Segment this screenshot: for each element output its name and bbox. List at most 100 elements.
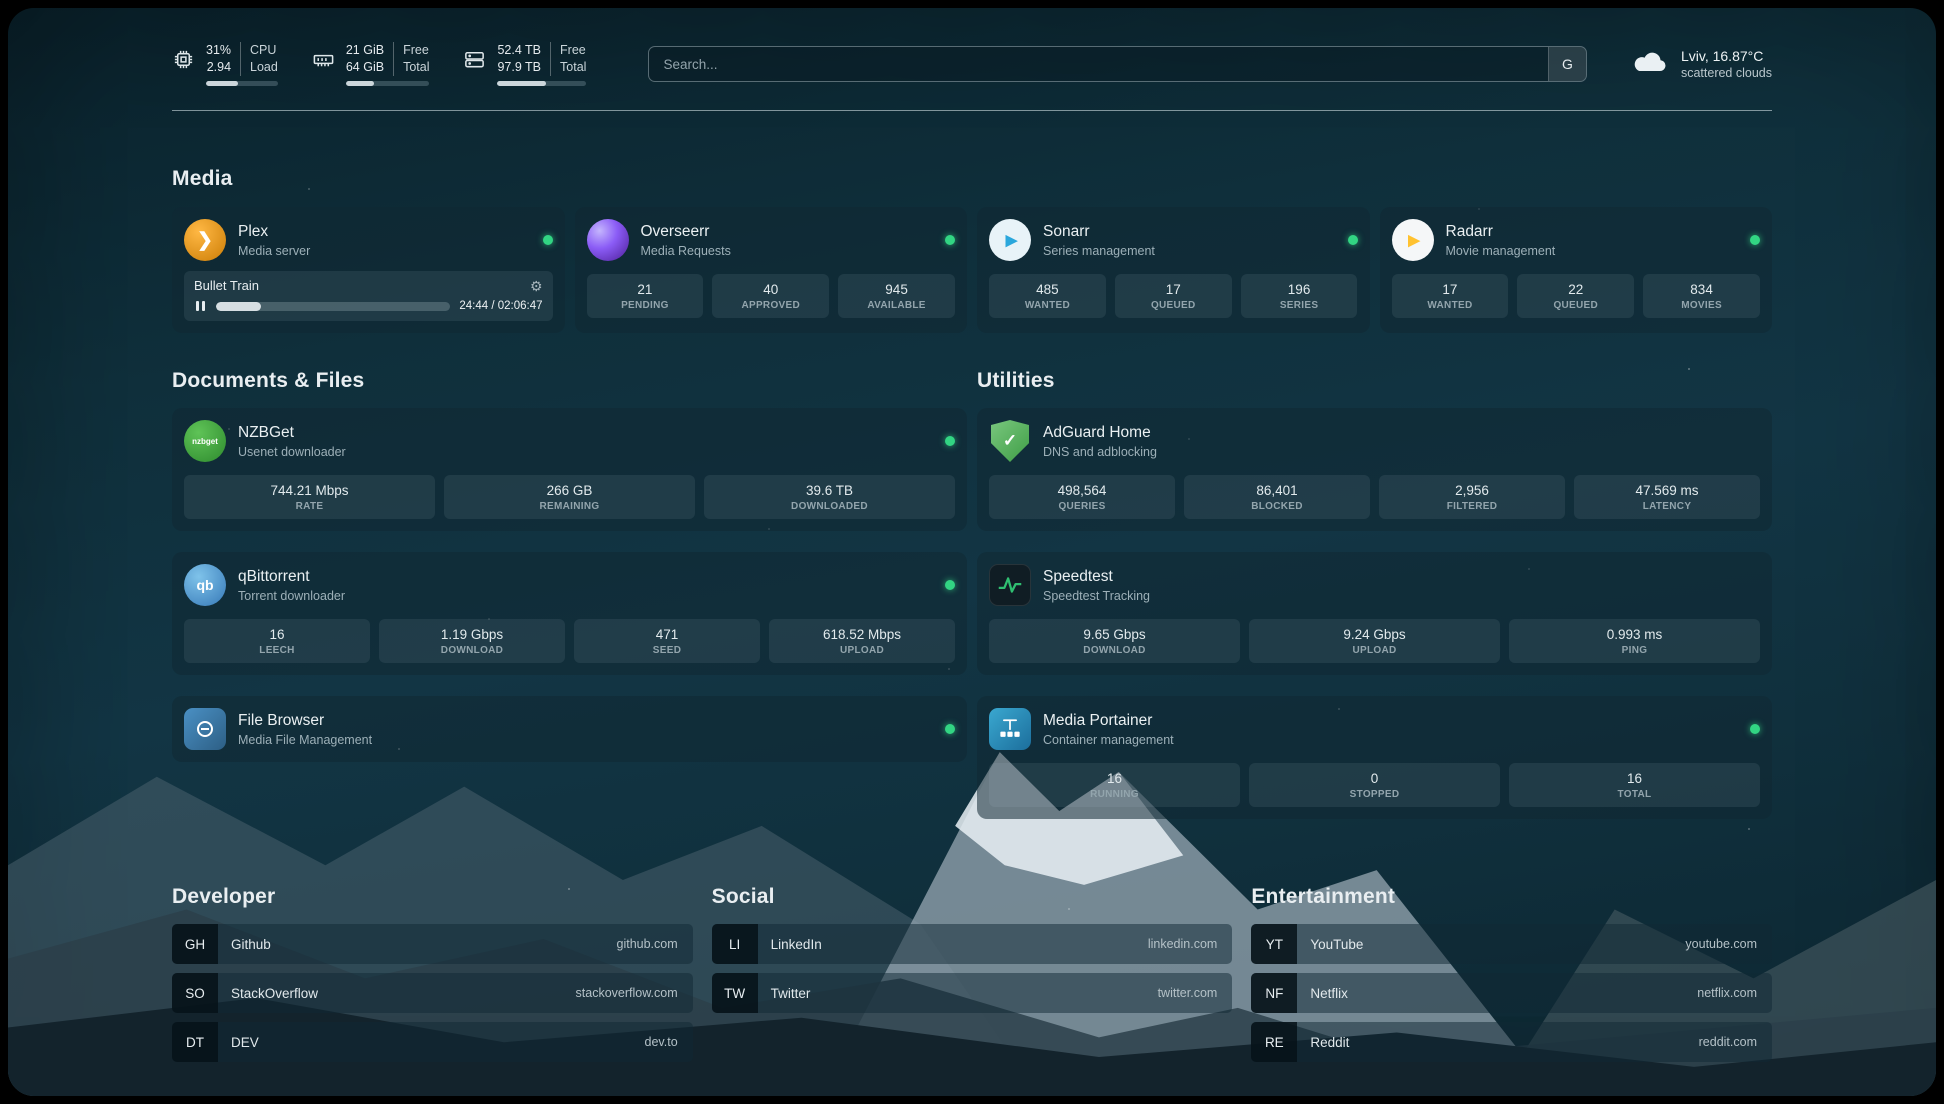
plex-link[interactable]: ❯ Plex Media server	[184, 219, 553, 261]
bookmark-netflix[interactable]: NF Netflix netflix.com	[1251, 973, 1772, 1013]
bookmark-dev[interactable]: DT DEV dev.to	[172, 1022, 693, 1062]
bookmark-url: github.com	[617, 937, 693, 951]
disk-free-label: Free	[550, 42, 586, 59]
sonarr-icon: ▶	[989, 219, 1031, 261]
bookmark-name: StackOverflow	[218, 986, 318, 1001]
overseerr-icon	[587, 219, 629, 261]
dashboard-root: 31% CPU 2.94 Load 21 GiB Free 64	[8, 8, 1936, 1096]
stat-rate: 744.21 Mbps RATE	[184, 475, 435, 519]
qbittorrent-link[interactable]: qb qBittorrent Torrent downloader	[184, 564, 955, 606]
card-qbittorrent: qb qBittorrent Torrent downloader 16 LEE…	[172, 552, 967, 675]
playback-progress-bar[interactable]	[216, 302, 451, 311]
documents-column: nzbget NZBGet Usenet downloader 744.21 M…	[172, 408, 967, 819]
sonarr-link[interactable]: ▶ Sonarr Series management	[989, 219, 1358, 261]
stat-approved: 40 APPROVED	[712, 274, 829, 318]
status-dot	[945, 580, 955, 590]
search-input[interactable]	[649, 47, 1548, 81]
stat-ping: 0.993 ms PING	[1509, 619, 1760, 663]
bookmark-name: YouTube	[1297, 937, 1363, 952]
media-card-grid: ❯ Plex Media server Bullet Train ⚙	[172, 207, 1772, 333]
stat-latency: 47.569 ms LATENCY	[1574, 475, 1760, 519]
bookmark-url: stackoverflow.com	[576, 986, 693, 1000]
adguard-link[interactable]: ✓ AdGuard Home DNS and adblocking	[989, 420, 1760, 462]
overseerr-link[interactable]: Overseerr Media Requests	[587, 219, 956, 261]
stat-download: 1.19 Gbps DOWNLOAD	[379, 619, 565, 663]
bookmark-name: DEV	[218, 1035, 259, 1050]
portainer-link[interactable]: Media Portainer Container management	[989, 708, 1760, 750]
stat-total: 16 TOTAL	[1509, 763, 1760, 807]
service-name: Radarr	[1446, 223, 1556, 241]
stat-queued: 22 QUEUED	[1517, 274, 1634, 318]
status-dot	[945, 724, 955, 734]
section-title-social: Social	[712, 885, 1233, 909]
card-sonarr: ▶ Sonarr Series management 485 WANTED 17…	[977, 207, 1370, 333]
adguard-icon: ✓	[991, 420, 1029, 462]
stat-queries: 498,564 QUERIES	[989, 475, 1175, 519]
status-dot	[1348, 235, 1358, 245]
bookmark-twitter[interactable]: TW Twitter twitter.com	[712, 973, 1233, 1013]
status-dot	[1750, 724, 1760, 734]
service-name: AdGuard Home	[1043, 424, 1157, 442]
card-plex: ❯ Plex Media server Bullet Train ⚙	[172, 207, 565, 333]
card-speedtest: Speedtest Speedtest Tracking 9.65 Gbps D…	[977, 552, 1772, 675]
ram-total-value: 64 GiB	[346, 59, 393, 76]
cpu-usage-value: 31%	[206, 42, 240, 59]
bookmark-abbr: YT	[1251, 924, 1297, 964]
plex-now-playing: Bullet Train ⚙ 24:44 / 02:06:47	[184, 271, 553, 321]
radarr-icon: ▶	[1392, 219, 1434, 261]
bookmark-github[interactable]: GH Github github.com	[172, 924, 693, 964]
stat-leech: 16 LEECH	[184, 619, 370, 663]
disk-widget: 52.4 TB Free 97.9 TB Total	[463, 42, 586, 86]
stat-filtered: 2,956 FILTERED	[1379, 475, 1565, 519]
weather-widget[interactable]: Lviv, 16.87°C scattered clouds	[1631, 48, 1772, 81]
service-subtitle: Container management	[1043, 733, 1174, 747]
bookmark-youtube[interactable]: YT YouTube youtube.com	[1251, 924, 1772, 964]
service-subtitle: Usenet downloader	[238, 445, 346, 459]
header-divider	[172, 110, 1772, 111]
card-portainer: Media Portainer Container management 16 …	[977, 696, 1772, 819]
bookmarks-section: Developer GH Github github.com SO StackO…	[172, 885, 1772, 1062]
qbittorrent-icon: qb	[184, 564, 226, 606]
service-subtitle: Media server	[238, 244, 310, 258]
service-name: File Browser	[238, 712, 372, 730]
pause-button[interactable]	[194, 300, 207, 312]
filebrowser-link[interactable]: File Browser Media File Management	[184, 708, 955, 750]
card-radarr: ▶ Radarr Movie management 17 WANTED 22 Q…	[1380, 207, 1773, 333]
now-playing-title: Bullet Train	[194, 278, 259, 293]
stat-downloaded: 39.6 TB DOWNLOADED	[704, 475, 955, 519]
bookmark-url: netflix.com	[1697, 986, 1772, 1000]
cpu-icon	[172, 48, 195, 71]
bookmark-url: linkedin.com	[1148, 937, 1232, 951]
speedtest-link[interactable]: Speedtest Speedtest Tracking	[989, 564, 1760, 606]
bookmark-stackoverflow[interactable]: SO StackOverflow stackoverflow.com	[172, 973, 693, 1013]
bookmark-group-entertainment: Entertainment YT YouTube youtube.com NF …	[1251, 885, 1772, 1062]
disk-free-value: 52.4 TB	[497, 42, 550, 59]
service-subtitle: Series management	[1043, 244, 1155, 258]
search-bar: G	[648, 46, 1587, 82]
bookmark-url: reddit.com	[1699, 1035, 1772, 1049]
service-name: qBittorrent	[238, 568, 345, 586]
nzbget-link[interactable]: nzbget NZBGet Usenet downloader	[184, 420, 955, 462]
bookmark-name: LinkedIn	[758, 937, 822, 952]
ram-free-value: 21 GiB	[346, 42, 393, 59]
ram-widget: 21 GiB Free 64 GiB Total	[312, 42, 430, 86]
bookmark-name: Reddit	[1297, 1035, 1349, 1050]
stat-available: 945 AVAILABLE	[838, 274, 955, 318]
bookmark-url: twitter.com	[1158, 986, 1233, 1000]
settings-gear-icon[interactable]: ⚙	[530, 279, 543, 293]
service-subtitle: Media Requests	[641, 244, 731, 258]
bookmark-abbr: SO	[172, 973, 218, 1013]
section-title-media: Media	[172, 167, 1772, 191]
stat-queued: 17 QUEUED	[1115, 274, 1232, 318]
radarr-link[interactable]: ▶ Radarr Movie management	[1392, 219, 1761, 261]
portainer-icon	[989, 708, 1031, 750]
section-title-entertainment: Entertainment	[1251, 885, 1772, 909]
bookmark-linkedin[interactable]: LI LinkedIn linkedin.com	[712, 924, 1233, 964]
bookmark-abbr: GH	[172, 924, 218, 964]
nzbget-icon: nzbget	[184, 420, 226, 462]
search-provider-button[interactable]: G	[1548, 47, 1586, 81]
service-subtitle: Movie management	[1446, 244, 1556, 258]
stat-upload: 618.52 Mbps UPLOAD	[769, 619, 955, 663]
card-adguard: ✓ AdGuard Home DNS and adblocking 498,56…	[977, 408, 1772, 531]
bookmark-reddit[interactable]: RE Reddit reddit.com	[1251, 1022, 1772, 1062]
